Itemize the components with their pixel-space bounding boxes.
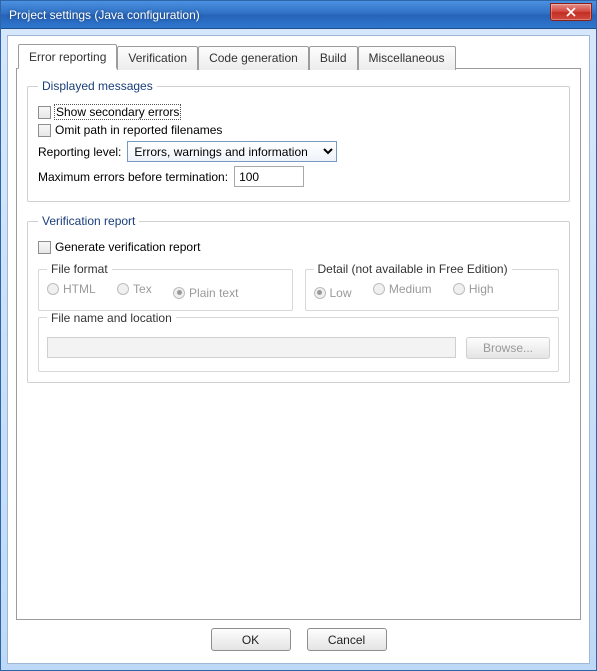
ok-button[interactable]: OK: [211, 628, 291, 651]
tab-strip: Error reporting Verification Code genera…: [16, 45, 581, 69]
group-legend: Verification report: [38, 214, 139, 228]
tab-miscellaneous[interactable]: Miscellaneous: [358, 46, 456, 70]
legend-detail: Detail (not available in Free Edition): [314, 262, 512, 276]
label-omit-path[interactable]: Omit path in reported filenames: [55, 123, 222, 137]
radio-wrap-low: Low: [314, 286, 352, 300]
tab-verification[interactable]: Verification: [117, 46, 198, 70]
radio-high: [453, 283, 465, 295]
group-detail: Detail (not available in Free Edition) L…: [305, 262, 560, 311]
group-legend: Displayed messages: [38, 79, 157, 93]
row-max-errors: Maximum errors before termination:: [38, 166, 559, 187]
row-omit-path: Omit path in reported filenames: [38, 123, 559, 137]
row-show-secondary: Show secondary errors: [38, 105, 559, 119]
group-displayed-messages: Displayed messages Show secondary errors…: [27, 79, 570, 202]
radio-medium: [373, 283, 385, 295]
input-max-errors[interactable]: [234, 166, 304, 187]
checkbox-omit-path[interactable]: [38, 124, 51, 137]
group-verification-report: Verification report Generate verificatio…: [27, 214, 570, 383]
tab-code-generation[interactable]: Code generation: [198, 46, 309, 70]
label-html: HTML: [63, 282, 96, 296]
label-reporting-level: Reporting level:: [38, 145, 121, 159]
checkbox-show-secondary[interactable]: [38, 106, 51, 119]
group-file-format: File format HTML Tex Plain text: [38, 262, 293, 311]
close-icon: [566, 7, 576, 17]
label-high: High: [469, 282, 494, 296]
dialog-footer: OK Cancel: [16, 620, 581, 653]
label-medium: Medium: [389, 282, 432, 296]
radio-wrap-tex: Tex: [117, 282, 152, 296]
row-reporting-level: Reporting level: Errors, warnings and in…: [38, 141, 559, 162]
radio-wrap-high: High: [453, 282, 494, 296]
label-max-errors: Maximum errors before termination:: [38, 170, 228, 184]
legend-file-format: File format: [47, 262, 112, 276]
close-button[interactable]: [550, 3, 592, 21]
browse-button: Browse...: [466, 337, 550, 359]
row-generate-report: Generate verification report: [38, 240, 559, 254]
tab-build[interactable]: Build: [309, 46, 358, 70]
cancel-button[interactable]: Cancel: [307, 628, 387, 651]
radio-wrap-plain: Plain text: [173, 286, 238, 300]
group-file-location: File name and location Browse...: [38, 311, 559, 372]
legend-file-location: File name and location: [47, 311, 176, 325]
window-title: Project settings (Java configuration): [9, 8, 200, 22]
radio-tex: [117, 283, 129, 295]
label-show-secondary[interactable]: Show secondary errors: [55, 105, 180, 119]
radio-low: [314, 287, 326, 299]
label-tex: Tex: [133, 282, 152, 296]
inner-row-format-detail: File format HTML Tex Plain text: [38, 262, 559, 311]
dialog-window: Project settings (Java configuration) Er…: [0, 0, 597, 671]
label-low: Low: [330, 286, 352, 300]
titlebar[interactable]: Project settings (Java configuration): [1, 1, 596, 29]
checkbox-generate-report[interactable]: [38, 241, 51, 254]
radio-html: [47, 283, 59, 295]
radio-wrap-medium: Medium: [373, 282, 432, 296]
client-area: Error reporting Verification Code genera…: [7, 35, 590, 664]
row-path: Browse...: [47, 331, 550, 361]
tab-error-reporting[interactable]: Error reporting: [18, 44, 117, 69]
radio-plain: [173, 287, 185, 299]
input-path: [47, 337, 456, 358]
tab-panel: Displayed messages Show secondary errors…: [16, 68, 581, 620]
label-generate-report[interactable]: Generate verification report: [55, 240, 200, 254]
select-reporting-level[interactable]: Errors, warnings and information: [127, 141, 337, 162]
label-plain: Plain text: [189, 286, 238, 300]
radio-wrap-html: HTML: [47, 282, 96, 296]
